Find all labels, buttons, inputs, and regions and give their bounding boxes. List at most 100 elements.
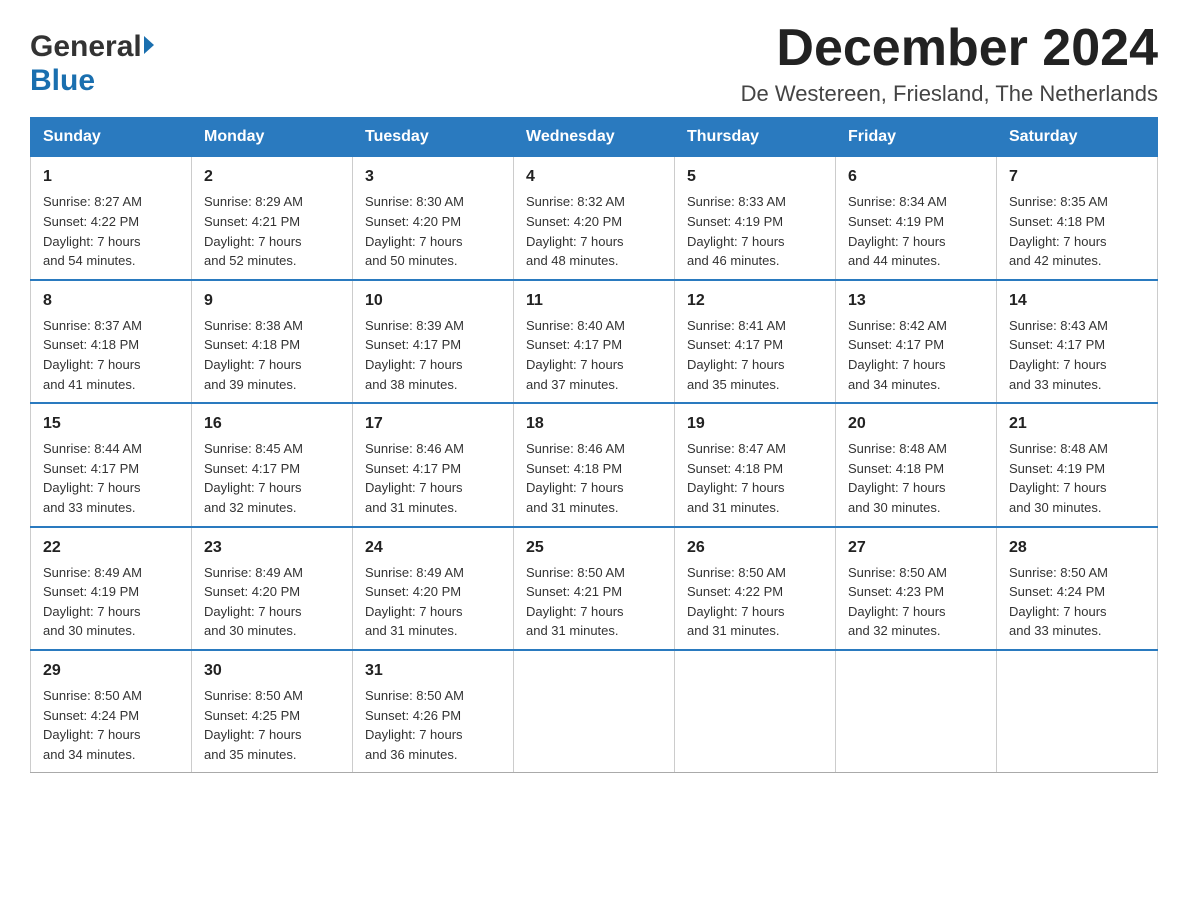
calendar-cell: 4 Sunrise: 8:32 AMSunset: 4:20 PMDayligh… — [514, 157, 675, 280]
logo-blue-text: Blue — [30, 64, 95, 98]
day-info: Sunrise: 8:33 AMSunset: 4:19 PMDaylight:… — [687, 194, 786, 268]
day-number: 30 — [204, 659, 340, 682]
day-info: Sunrise: 8:50 AMSunset: 4:25 PMDaylight:… — [204, 688, 303, 762]
day-number: 27 — [848, 536, 984, 559]
day-number: 1 — [43, 165, 179, 188]
day-number: 12 — [687, 289, 823, 312]
day-number: 22 — [43, 536, 179, 559]
day-info: Sunrise: 8:46 AMSunset: 4:18 PMDaylight:… — [526, 441, 625, 515]
day-number: 29 — [43, 659, 179, 682]
calendar-cell: 28 Sunrise: 8:50 AMSunset: 4:24 PMDaylig… — [997, 527, 1158, 650]
weekday-header-wednesday: Wednesday — [514, 118, 675, 157]
day-number: 14 — [1009, 289, 1145, 312]
week-row-1: 1 Sunrise: 8:27 AMSunset: 4:22 PMDayligh… — [31, 157, 1158, 280]
day-info: Sunrise: 8:45 AMSunset: 4:17 PMDaylight:… — [204, 441, 303, 515]
logo-arrow-icon — [144, 36, 154, 54]
page-header: General Blue December 2024 De Westereen,… — [30, 20, 1158, 107]
calendar-cell: 18 Sunrise: 8:46 AMSunset: 4:18 PMDaylig… — [514, 403, 675, 526]
calendar-cell: 24 Sunrise: 8:49 AMSunset: 4:20 PMDaylig… — [353, 527, 514, 650]
day-number: 26 — [687, 536, 823, 559]
calendar-cell: 21 Sunrise: 8:48 AMSunset: 4:19 PMDaylig… — [997, 403, 1158, 526]
day-info: Sunrise: 8:48 AMSunset: 4:19 PMDaylight:… — [1009, 441, 1108, 515]
day-number: 3 — [365, 165, 501, 188]
day-number: 24 — [365, 536, 501, 559]
day-info: Sunrise: 8:27 AMSunset: 4:22 PMDaylight:… — [43, 194, 142, 268]
day-number: 4 — [526, 165, 662, 188]
calendar-cell: 26 Sunrise: 8:50 AMSunset: 4:22 PMDaylig… — [675, 527, 836, 650]
calendar-cell: 25 Sunrise: 8:50 AMSunset: 4:21 PMDaylig… — [514, 527, 675, 650]
calendar-cell: 14 Sunrise: 8:43 AMSunset: 4:17 PMDaylig… — [997, 280, 1158, 403]
weekday-header-saturday: Saturday — [997, 118, 1158, 157]
day-info: Sunrise: 8:37 AMSunset: 4:18 PMDaylight:… — [43, 318, 142, 392]
calendar-cell: 29 Sunrise: 8:50 AMSunset: 4:24 PMDaylig… — [31, 650, 192, 773]
weekday-header-thursday: Thursday — [675, 118, 836, 157]
day-number: 25 — [526, 536, 662, 559]
calendar-cell: 31 Sunrise: 8:50 AMSunset: 4:26 PMDaylig… — [353, 650, 514, 773]
day-number: 15 — [43, 412, 179, 435]
day-info: Sunrise: 8:50 AMSunset: 4:24 PMDaylight:… — [1009, 565, 1108, 639]
day-number: 6 — [848, 165, 984, 188]
calendar-cell: 7 Sunrise: 8:35 AMSunset: 4:18 PMDayligh… — [997, 157, 1158, 280]
day-number: 23 — [204, 536, 340, 559]
day-info: Sunrise: 8:49 AMSunset: 4:20 PMDaylight:… — [365, 565, 464, 639]
calendar-cell: 10 Sunrise: 8:39 AMSunset: 4:17 PMDaylig… — [353, 280, 514, 403]
day-number: 8 — [43, 289, 179, 312]
week-row-4: 22 Sunrise: 8:49 AMSunset: 4:19 PMDaylig… — [31, 527, 1158, 650]
calendar-cell: 15 Sunrise: 8:44 AMSunset: 4:17 PMDaylig… — [31, 403, 192, 526]
week-row-3: 15 Sunrise: 8:44 AMSunset: 4:17 PMDaylig… — [31, 403, 1158, 526]
day-info: Sunrise: 8:32 AMSunset: 4:20 PMDaylight:… — [526, 194, 625, 268]
calendar-cell: 23 Sunrise: 8:49 AMSunset: 4:20 PMDaylig… — [192, 527, 353, 650]
day-info: Sunrise: 8:46 AMSunset: 4:17 PMDaylight:… — [365, 441, 464, 515]
week-row-2: 8 Sunrise: 8:37 AMSunset: 4:18 PMDayligh… — [31, 280, 1158, 403]
day-number: 5 — [687, 165, 823, 188]
logo: General Blue — [30, 30, 154, 98]
day-info: Sunrise: 8:50 AMSunset: 4:26 PMDaylight:… — [365, 688, 464, 762]
day-number: 21 — [1009, 412, 1145, 435]
day-info: Sunrise: 8:47 AMSunset: 4:18 PMDaylight:… — [687, 441, 786, 515]
day-info: Sunrise: 8:50 AMSunset: 4:24 PMDaylight:… — [43, 688, 142, 762]
calendar-cell: 9 Sunrise: 8:38 AMSunset: 4:18 PMDayligh… — [192, 280, 353, 403]
day-number: 28 — [1009, 536, 1145, 559]
day-number: 17 — [365, 412, 501, 435]
location-text: De Westereen, Friesland, The Netherlands — [741, 81, 1158, 107]
calendar-cell: 12 Sunrise: 8:41 AMSunset: 4:17 PMDaylig… — [675, 280, 836, 403]
calendar-cell: 20 Sunrise: 8:48 AMSunset: 4:18 PMDaylig… — [836, 403, 997, 526]
weekday-header-row: SundayMondayTuesdayWednesdayThursdayFrid… — [31, 118, 1158, 157]
weekday-header-monday: Monday — [192, 118, 353, 157]
calendar-cell — [675, 650, 836, 773]
day-number: 31 — [365, 659, 501, 682]
day-info: Sunrise: 8:42 AMSunset: 4:17 PMDaylight:… — [848, 318, 947, 392]
week-row-5: 29 Sunrise: 8:50 AMSunset: 4:24 PMDaylig… — [31, 650, 1158, 773]
day-info: Sunrise: 8:43 AMSunset: 4:17 PMDaylight:… — [1009, 318, 1108, 392]
day-info: Sunrise: 8:50 AMSunset: 4:21 PMDaylight:… — [526, 565, 625, 639]
day-info: Sunrise: 8:44 AMSunset: 4:17 PMDaylight:… — [43, 441, 142, 515]
calendar-cell — [997, 650, 1158, 773]
calendar-cell: 16 Sunrise: 8:45 AMSunset: 4:17 PMDaylig… — [192, 403, 353, 526]
day-info: Sunrise: 8:41 AMSunset: 4:17 PMDaylight:… — [687, 318, 786, 392]
calendar-cell: 11 Sunrise: 8:40 AMSunset: 4:17 PMDaylig… — [514, 280, 675, 403]
calendar-table: SundayMondayTuesdayWednesdayThursdayFrid… — [30, 117, 1158, 773]
day-info: Sunrise: 8:35 AMSunset: 4:18 PMDaylight:… — [1009, 194, 1108, 268]
calendar-cell: 3 Sunrise: 8:30 AMSunset: 4:20 PMDayligh… — [353, 157, 514, 280]
calendar-cell: 13 Sunrise: 8:42 AMSunset: 4:17 PMDaylig… — [836, 280, 997, 403]
weekday-header-tuesday: Tuesday — [353, 118, 514, 157]
day-number: 10 — [365, 289, 501, 312]
day-info: Sunrise: 8:40 AMSunset: 4:17 PMDaylight:… — [526, 318, 625, 392]
calendar-cell: 1 Sunrise: 8:27 AMSunset: 4:22 PMDayligh… — [31, 157, 192, 280]
calendar-cell: 2 Sunrise: 8:29 AMSunset: 4:21 PMDayligh… — [192, 157, 353, 280]
logo-general-text: General — [30, 30, 142, 64]
calendar-cell: 8 Sunrise: 8:37 AMSunset: 4:18 PMDayligh… — [31, 280, 192, 403]
day-info: Sunrise: 8:39 AMSunset: 4:17 PMDaylight:… — [365, 318, 464, 392]
day-info: Sunrise: 8:34 AMSunset: 4:19 PMDaylight:… — [848, 194, 947, 268]
calendar-cell: 30 Sunrise: 8:50 AMSunset: 4:25 PMDaylig… — [192, 650, 353, 773]
weekday-header-friday: Friday — [836, 118, 997, 157]
weekday-header-sunday: Sunday — [31, 118, 192, 157]
calendar-cell: 27 Sunrise: 8:50 AMSunset: 4:23 PMDaylig… — [836, 527, 997, 650]
day-info: Sunrise: 8:49 AMSunset: 4:19 PMDaylight:… — [43, 565, 142, 639]
day-number: 13 — [848, 289, 984, 312]
month-title: December 2024 — [741, 20, 1158, 77]
calendar-cell: 19 Sunrise: 8:47 AMSunset: 4:18 PMDaylig… — [675, 403, 836, 526]
day-number: 9 — [204, 289, 340, 312]
calendar-cell — [514, 650, 675, 773]
title-section: December 2024 De Westereen, Friesland, T… — [741, 20, 1158, 107]
